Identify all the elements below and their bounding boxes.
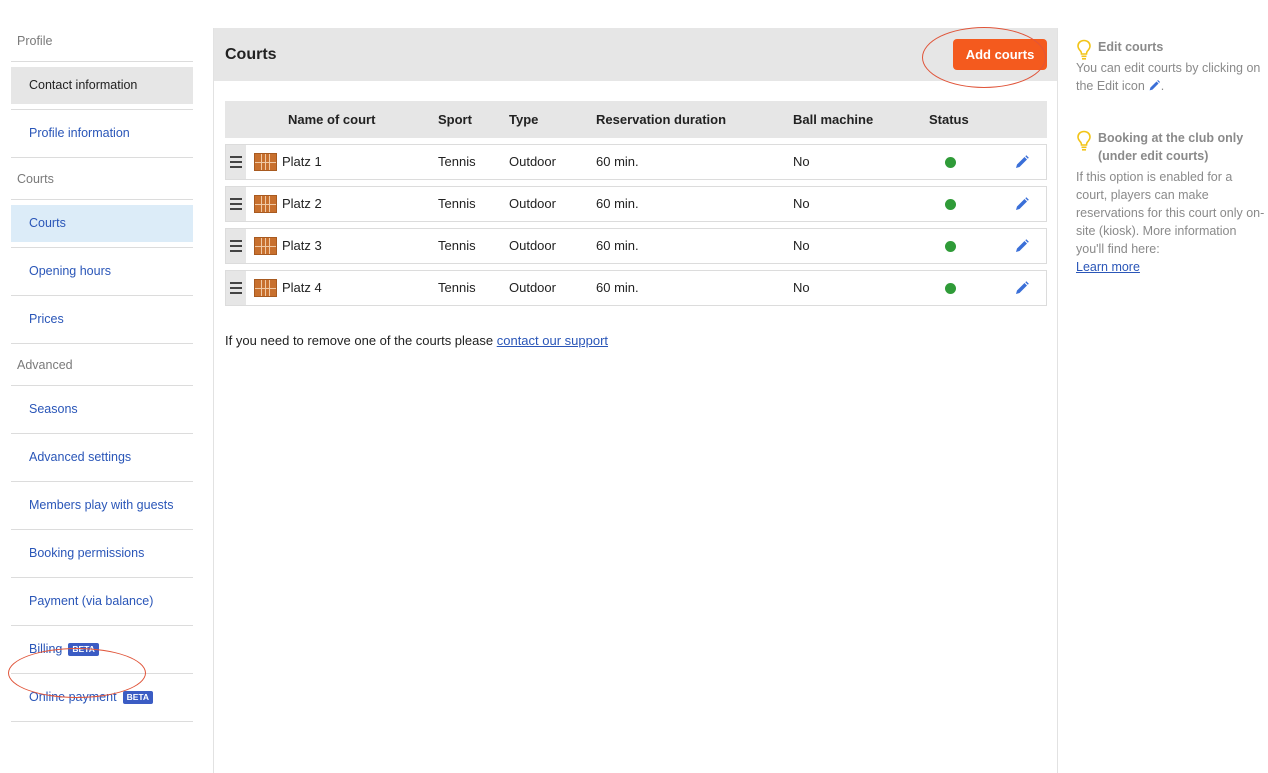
drag-handle-icon[interactable] [226,271,246,305]
court-ball-machine: No [793,280,810,295]
sidebar-section-title: Courts [11,158,193,200]
tip-body: If this option is enabled for a court, p… [1076,170,1265,274]
court-duration: 60 min. [596,196,639,211]
edit-pencil-icon[interactable] [1014,154,1030,170]
status-active-dot [945,283,956,294]
column-header-duration: Reservation duration [596,112,727,127]
sidebar-item-label: Courts [29,216,66,230]
court-duration: 60 min. [596,280,639,295]
sidebar-item-profile-information[interactable]: Profile information [11,110,193,158]
tennis-court-icon [254,237,277,255]
table-row: Platz 4 Tennis Outdoor 60 min. No [225,270,1047,306]
sidebar-item-payment-via-balance[interactable]: Payment (via balance) [11,578,193,626]
tip-edit-courts: Edit courts You can edit courts by click… [1076,38,1266,95]
tip-title: Booking at the club only (under edit cou… [1098,131,1244,163]
tip-title: Edit courts [1098,40,1164,54]
court-name: Platz 2 [282,196,322,211]
sidebar-item-courts[interactable]: Courts [11,200,193,248]
tennis-court-icon [254,153,277,171]
court-ball-machine: No [793,238,810,253]
edit-pencil-icon [1149,79,1160,91]
drag-handle-icon[interactable] [226,229,246,263]
page-title: Courts [225,46,277,63]
add-courts-button[interactable]: Add courts [953,39,1047,70]
court-duration: 60 min. [596,154,639,169]
note-text: If you need to remove one of the courts … [225,333,497,348]
court-type: Outdoor [509,154,556,169]
sidebar-item-label: Payment (via balance) [29,594,154,608]
column-header-sport: Sport [438,112,472,127]
court-ball-machine: No [793,196,810,211]
sidebar-item-label: Contact information [29,78,138,92]
remove-courts-note: If you need to remove one of the courts … [225,333,608,348]
sidebar-section-title: Profile [11,20,193,62]
court-duration: 60 min. [596,238,639,253]
sidebar-item-contact-information[interactable]: Contact information [11,62,193,110]
tip-booking-club-only: Booking at the club only (under edit cou… [1076,129,1266,276]
court-ball-machine: No [793,154,810,169]
courts-panel: Courts Add courts Name of court Sport Ty… [213,28,1058,773]
sidebar-item-label: Members play with guests [29,498,174,512]
court-sport: Tennis [438,196,476,211]
status-active-dot [945,241,956,252]
court-name: Platz 1 [282,154,322,169]
contact-support-link[interactable]: contact our support [497,333,608,348]
table-row: Platz 1 Tennis Outdoor 60 min. No [225,144,1047,180]
edit-pencil-icon[interactable] [1014,196,1030,212]
sidebar-item-label: Booking permissions [29,546,145,560]
sidebar-item-label: Online payment [29,690,117,704]
sidebar-section-profile: Profile Contact information Profile info… [11,20,193,158]
column-header-type: Type [509,112,539,127]
status-active-dot [945,199,956,210]
edit-pencil-icon[interactable] [1014,280,1030,296]
tennis-court-icon [254,279,277,297]
court-type: Outdoor [509,238,556,253]
drag-handle-icon[interactable] [226,145,246,179]
court-type: Outdoor [509,280,556,295]
learn-more-link[interactable]: Learn more [1076,260,1140,274]
sidebar-section-advanced: Advanced Seasons Advanced settings Membe… [11,344,193,722]
lightbulb-icon [1077,39,1091,60]
sidebar-item-prices[interactable]: Prices [11,296,193,344]
sidebar-item-members-play-with-guests[interactable]: Members play with guests [11,482,193,530]
courts-table-header: Name of court Sport Type Reservation dur… [225,101,1047,138]
sidebar-item-seasons[interactable]: Seasons [11,386,193,434]
lightbulb-icon [1077,130,1091,151]
sidebar-item-booking-permissions[interactable]: Booking permissions [11,530,193,578]
sidebar-item-opening-hours[interactable]: Opening hours [11,248,193,296]
tips-panel: Edit courts You can edit courts by click… [1076,38,1266,276]
column-header-status: Status [929,112,969,127]
drag-handle-icon[interactable] [226,187,246,221]
sidebar-item-online-payment[interactable]: Online payment BETA [11,674,193,722]
court-name: Platz 3 [282,238,322,253]
court-sport: Tennis [438,154,476,169]
sidebar-section-title: Advanced [11,344,193,386]
column-header-ball-machine: Ball machine [793,112,874,127]
edit-pencil-icon[interactable] [1014,238,1030,254]
status-active-dot [945,157,956,168]
sidebar-item-advanced-settings[interactable]: Advanced settings [11,434,193,482]
beta-badge: BETA [122,691,154,704]
beta-badge: BETA [68,643,99,656]
settings-sidebar: Profile Contact information Profile info… [11,20,193,722]
sidebar-item-label: Opening hours [29,264,112,278]
court-sport: Tennis [438,238,476,253]
table-row: Platz 3 Tennis Outdoor 60 min. No [225,228,1047,264]
column-header-name: Name of court [288,112,376,127]
court-type: Outdoor [509,196,556,211]
sidebar-item-label: Billing [29,642,63,656]
sidebar-item-label: Seasons [29,402,78,416]
sidebar-item-label: Profile information [29,126,130,140]
sidebar-item-billing[interactable]: Billing BETA [11,626,193,674]
table-row: Platz 2 Tennis Outdoor 60 min. No [225,186,1047,222]
court-name: Platz 4 [282,280,322,295]
panel-header: Courts Add courts [214,28,1057,81]
sidebar-item-label: Prices [29,312,64,326]
sidebar-item-label: Advanced settings [29,450,132,464]
tip-body: You can edit courts by clicking on the E… [1076,61,1261,93]
tennis-court-icon [254,195,277,213]
court-sport: Tennis [438,280,476,295]
sidebar-section-courts: Courts Courts Opening hours Prices [11,158,193,344]
